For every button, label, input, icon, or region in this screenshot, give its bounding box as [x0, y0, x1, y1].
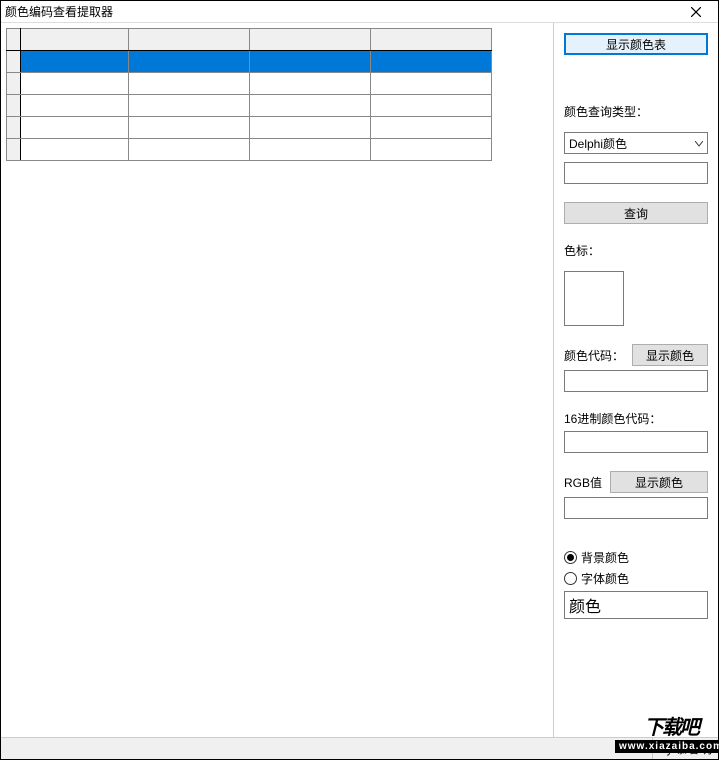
grid-cell[interactable] [21, 139, 129, 161]
radio-icon [564, 551, 577, 564]
grid-cell[interactable] [129, 139, 250, 161]
grid-cell[interactable] [129, 73, 250, 95]
grid-cell[interactable] [371, 139, 492, 161]
close-icon [691, 7, 701, 17]
grid-row-header[interactable] [7, 95, 21, 117]
grid-row-header[interactable] [7, 139, 21, 161]
logo-text: 下载吧 [644, 711, 698, 740]
grid-col-header[interactable] [129, 29, 250, 51]
grid-row-header[interactable] [7, 117, 21, 139]
statusbar: By: 慕容明 [1, 737, 718, 759]
main-area [1, 23, 553, 737]
query-type-label: 颜色查询类型： [564, 103, 708, 120]
grid-corner [7, 29, 21, 51]
watermark-logo: 下载吧 www.xiazaiba.com [626, 707, 716, 757]
query-input[interactable] [564, 162, 708, 184]
grid-cell[interactable] [21, 95, 129, 117]
query-type-value: Delphi颜色 [569, 135, 627, 152]
grid-col-header[interactable] [21, 29, 129, 51]
grid-cell[interactable] [250, 51, 371, 73]
grid-row-header[interactable] [7, 51, 21, 73]
chevron-down-icon [695, 136, 703, 150]
color-code-label: 颜色代码： [564, 347, 624, 364]
titlebar: 颜色编码查看提取器 [1, 1, 718, 23]
hex-code-input[interactable] [564, 431, 708, 453]
close-button[interactable] [676, 2, 716, 22]
rgb-label: RGB值 [564, 474, 602, 491]
swatch-label: 色标： [564, 242, 708, 259]
content-area: 显示颜色表 颜色查询类型： Delphi颜色 查询 色标： [1, 23, 718, 737]
grid-row[interactable] [7, 117, 492, 139]
show-color-button-1[interactable]: 显示颜色 [632, 344, 708, 366]
radio-fg-label: 字体颜色 [581, 570, 629, 587]
color-swatch [564, 271, 624, 326]
query-type-select[interactable]: Delphi颜色 [564, 132, 708, 154]
logo-url: www.xiazaiba.com [615, 740, 719, 753]
color-code-input[interactable] [564, 370, 708, 392]
radio-icon [564, 572, 577, 585]
query-button[interactable]: 查询 [564, 202, 708, 224]
grid-cell[interactable] [21, 117, 129, 139]
grid-cell[interactable] [371, 117, 492, 139]
show-color-table-button[interactable]: 显示颜色表 [564, 33, 708, 55]
grid-col-header[interactable] [371, 29, 492, 51]
grid-cell[interactable] [21, 51, 129, 73]
color-target-radio-group: 背景颜色 字体颜色 [564, 549, 708, 587]
radio-bg-color[interactable]: 背景颜色 [564, 549, 708, 566]
grid-cell[interactable] [250, 95, 371, 117]
grid-cell[interactable] [371, 51, 492, 73]
radio-bg-label: 背景颜色 [581, 549, 629, 566]
color-grid[interactable] [6, 28, 492, 161]
color-preview-text: 颜色 [569, 593, 601, 617]
app-window: 颜色编码查看提取器 [0, 0, 719, 760]
show-color-button-2[interactable]: 显示颜色 [610, 471, 708, 493]
color-preview-box: 颜色 [564, 591, 708, 619]
grid-cell[interactable] [371, 73, 492, 95]
hex-code-label: 16进制颜色代码： [564, 410, 708, 427]
grid-col-header[interactable] [250, 29, 371, 51]
grid-cell[interactable] [371, 95, 492, 117]
grid-cell[interactable] [129, 51, 250, 73]
radio-font-color[interactable]: 字体颜色 [564, 570, 708, 587]
grid-cell[interactable] [129, 117, 250, 139]
grid-cell[interactable] [21, 73, 129, 95]
grid-row[interactable] [7, 95, 492, 117]
grid-cell[interactable] [250, 139, 371, 161]
grid-row[interactable] [7, 139, 492, 161]
grid-row-header[interactable] [7, 73, 21, 95]
grid-row[interactable] [7, 73, 492, 95]
grid-cell[interactable] [250, 117, 371, 139]
side-panel: 显示颜色表 颜色查询类型： Delphi颜色 查询 色标： [553, 23, 718, 737]
window-title: 颜色编码查看提取器 [5, 3, 113, 20]
grid-row[interactable] [7, 51, 492, 73]
grid-cell[interactable] [129, 95, 250, 117]
rgb-input[interactable] [564, 497, 708, 519]
grid-cell[interactable] [250, 73, 371, 95]
